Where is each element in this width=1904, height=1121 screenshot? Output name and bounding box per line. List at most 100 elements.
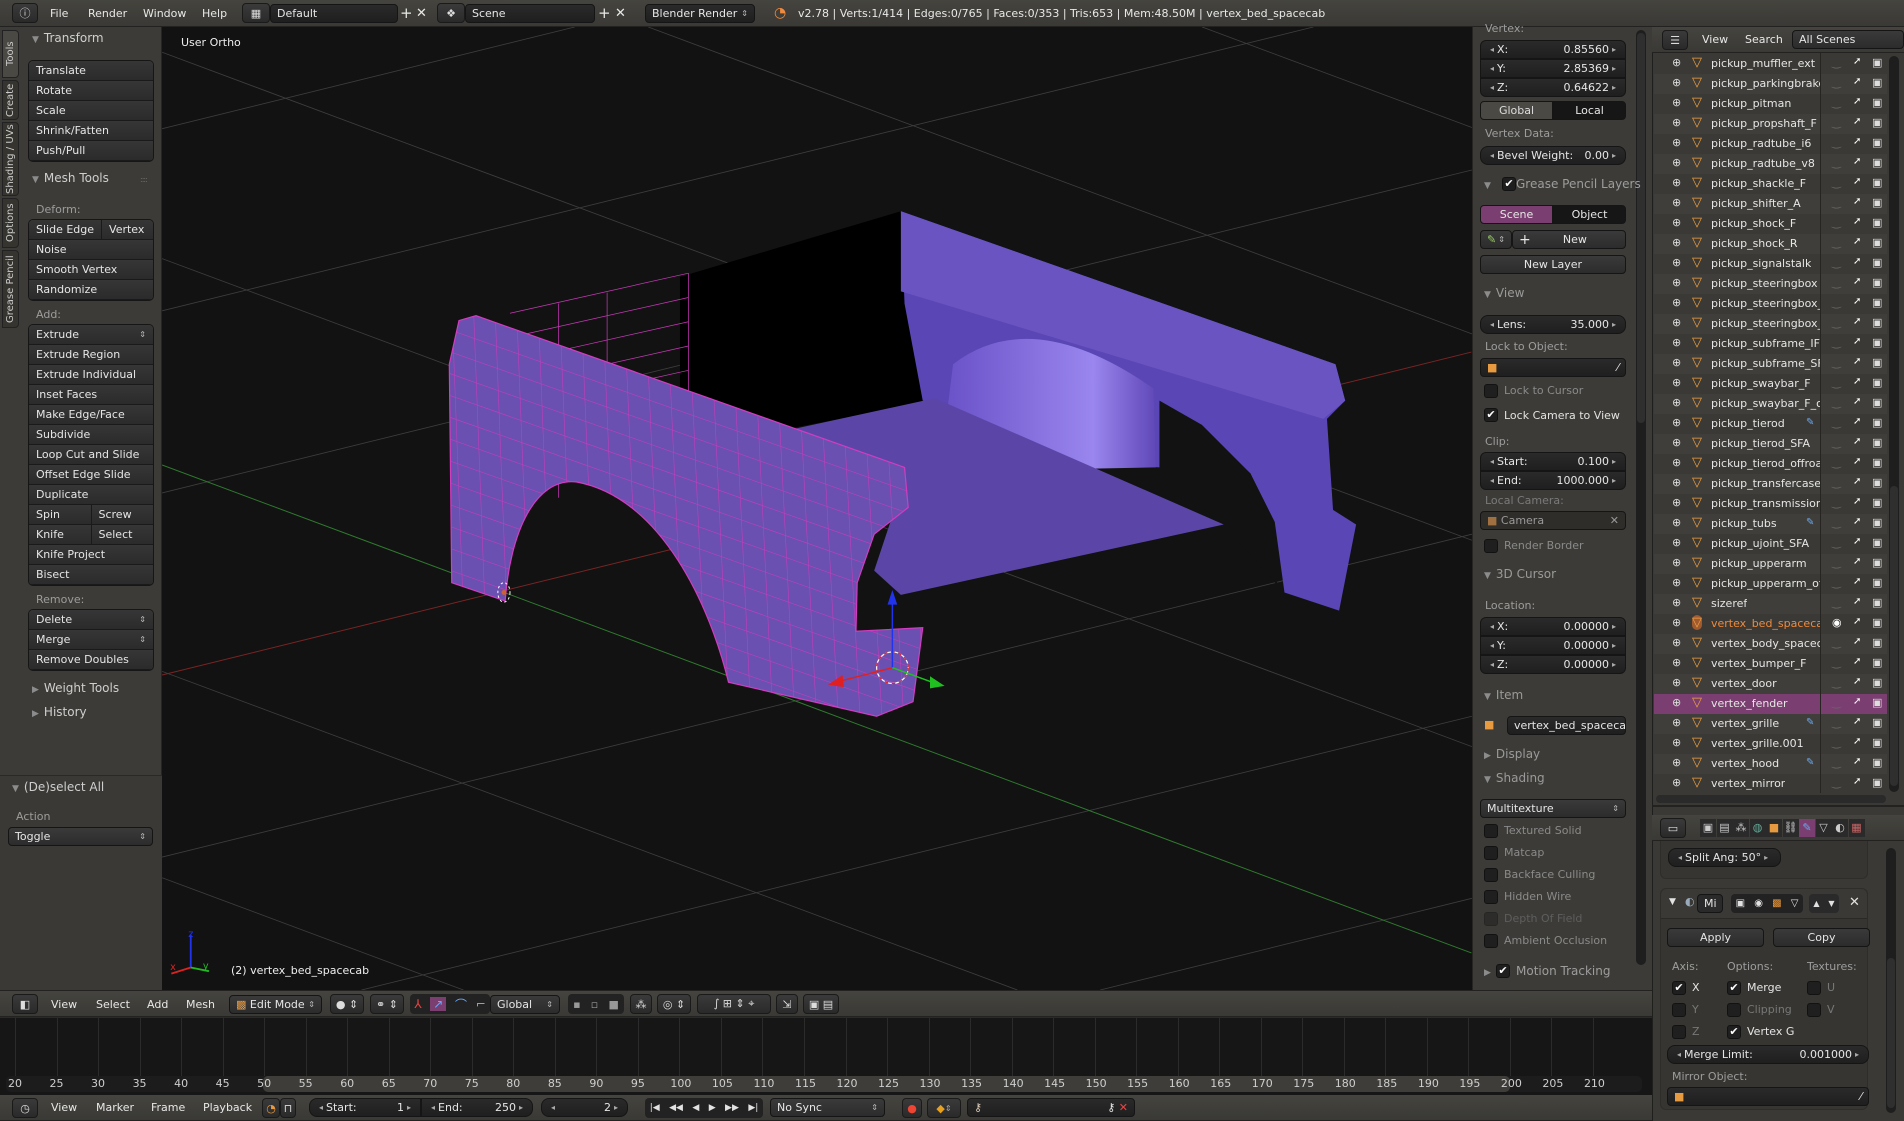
renderable-camera-icon[interactable]: ▣ [1872,456,1882,469]
noise-button[interactable]: Noise [29,240,153,260]
ambient-occlusion-checkbox[interactable] [1484,934,1498,948]
eye-closed-icon[interactable]: ‿ [1832,636,1841,649]
eye-closed-icon[interactable]: ‿ [1832,176,1841,189]
menu-file[interactable]: File [50,0,68,27]
add-scene-icon[interactable]: + [598,0,611,27]
mesh-tools-panel-header[interactable]: ▼ Mesh Tools [32,171,109,185]
pivot-point-dropdown[interactable]: ⚭ ⇕ [370,994,404,1014]
view-panel-header[interactable]: ▼ View [1484,286,1524,300]
outliner-item[interactable]: ⊕ ▽ pickup_propshaft_F ‿ ➚ ▣ [1654,114,1887,134]
apply-button[interactable]: Apply [1667,928,1764,947]
outliner-item-name[interactable]: vertex_bed_spacecab [1711,617,1821,630]
selectable-arrow-icon[interactable]: ➚ [1853,476,1861,487]
expand-icon[interactable]: ⊕ [1672,276,1681,289]
offset-edge-slide-button[interactable]: Offset Edge Slide [29,465,153,485]
shading-mode-dropdown[interactable]: Multitexture ⇕ [1480,799,1626,818]
outliner-item[interactable]: ⊕ ▽ vertex_grille ✎ ‿ ➚ ▣ [1654,714,1887,734]
renderable-camera-icon[interactable]: ▣ [1872,676,1882,689]
transform-panel-header[interactable]: ▼ Transform [32,31,104,45]
options-clipping-checkbox[interactable] [1727,1003,1741,1017]
transform-orientation-dropdown[interactable]: Global ⇕ [490,995,560,1014]
gp-scene-tab[interactable]: Scene [1480,205,1553,224]
outliner-item[interactable]: ⊕ ▽ pickup_steeringbox_SF ‿ ➚ ▣ [1654,294,1887,314]
outliner-item[interactable]: ⊕ ▽ pickup_shackle_F ‿ ➚ ▣ [1654,174,1887,194]
expand-icon[interactable]: ⊕ [1672,156,1681,169]
new-layer-button[interactable]: New Layer [1480,255,1626,274]
eye-closed-icon[interactable]: ‿ [1832,376,1841,389]
translate-manipulator-icon[interactable]: ↗ [430,997,447,1011]
renderable-camera-icon[interactable]: ▣ [1872,716,1882,729]
npanel-scrollbar[interactable] [1636,30,1646,965]
selectable-arrow-icon[interactable]: ➚ [1853,96,1861,107]
vertex-y-field[interactable]: ◂ Y: 2.85369 ▸ [1480,59,1626,78]
add-screen-icon[interactable]: + [400,0,413,27]
spin-button[interactable]: Spin [29,505,91,525]
tool-tab-grease-pencil[interactable]: Grease Pencil [2,250,19,328]
render-border-checkbox[interactable] [1484,539,1498,553]
outliner-item[interactable]: ⊕ ▽ pickup_upperarm ‿ ➚ ▣ [1654,554,1887,574]
move-down-icon[interactable]: ▼ [1828,899,1834,908]
cursor-x-field[interactable]: ◂ X: 0.00000 ▸ [1480,617,1626,636]
eye-closed-icon[interactable]: ‿ [1832,336,1841,349]
outliner-editor-icon[interactable]: ☰ [1662,30,1688,50]
outliner-item-name[interactable]: pickup_shifter_A [1711,197,1801,210]
eye-closed-icon[interactable]: ‿ [1832,276,1841,289]
outliner-item-name[interactable]: pickup_tierod_SFA [1711,437,1810,450]
outliner-item[interactable]: ⊕ ▽ pickup_signalstalk ‿ ➚ ▣ [1654,254,1887,274]
timeline-editor-icon[interactable]: ◷ [12,1098,38,1118]
item-panel-header[interactable]: ▼ Item [1484,688,1523,702]
loop-cut-and-slide-button[interactable]: Loop Cut and Slide [29,445,153,465]
expand-icon[interactable]: ⊕ [1672,376,1681,389]
3d-viewport[interactable]: z x y User Ortho (2) vertex_bed_spacecab [162,27,1472,990]
scene-icon[interactable]: ❖ [437,3,465,23]
merge-limit-field[interactable]: ◂ Merge Limit: 0.001000 ▸ [1667,1045,1869,1064]
outliner-item-name[interactable]: pickup_propshaft_F [1711,117,1817,130]
selectable-arrow-icon[interactable]: ➚ [1853,636,1861,647]
outliner-hscrollbar[interactable] [1656,795,1886,803]
eyedropper-icon[interactable]: ⁄ [1617,361,1619,374]
3d-menu-add[interactable]: Add [147,991,168,1018]
face-select-icon[interactable]: ■ [608,998,618,1011]
history-panel-header[interactable]: ▶ History [32,705,87,719]
outliner-item-name[interactable]: pickup_shackle_F [1711,177,1806,190]
expand-icon[interactable]: ⊕ [1672,536,1681,549]
renderable-camera-icon[interactable]: ▣ [1872,136,1882,149]
renderable-camera-icon[interactable]: ▣ [1872,736,1882,749]
outliner-item[interactable]: ⊕ ▽ pickup_tierod_SFA ‿ ➚ ▣ [1654,434,1887,454]
selectable-arrow-icon[interactable]: ➚ [1853,336,1861,347]
scale-button[interactable]: Scale [29,101,153,121]
outliner-item-name[interactable]: pickup_ujoint_SFA [1711,537,1809,550]
properties-scrollbar[interactable] [1886,848,1896,1113]
options-vertex-g-checkbox[interactable]: ✔ [1727,1025,1741,1039]
outliner-item[interactable]: ⊕ ▽ pickup_tubs ✎ ‿ ➚ ▣ [1654,514,1887,534]
eye-closed-icon[interactable]: ‿ [1832,776,1841,789]
outliner-item-name[interactable]: pickup_shock_R [1711,237,1798,250]
eye-closed-icon[interactable]: ‿ [1832,156,1841,169]
eye-closed-icon[interactable]: ‿ [1832,676,1841,689]
proportional-edit-dropdown[interactable]: ◎ ⇕ [657,994,691,1014]
expand-icon[interactable]: ⊕ [1672,756,1681,769]
expand-icon[interactable]: ⊕ [1672,696,1681,709]
space-local-toggle[interactable]: Local [1553,101,1626,120]
tool-tab-create[interactable]: Create [2,80,19,120]
outliner-item-name[interactable]: vertex_grille.001 [1711,737,1804,750]
outliner-item-name[interactable]: pickup_swaybar_F [1711,377,1811,390]
duplicate-button[interactable]: Duplicate [29,485,153,505]
selectable-arrow-icon[interactable]: ➚ [1853,556,1861,567]
renderable-camera-icon[interactable]: ▣ [1872,576,1882,589]
collapse-triangle-icon[interactable]: ▼ [1669,897,1676,907]
selectable-arrow-icon[interactable]: ➚ [1853,696,1861,707]
scene-field[interactable]: Scene [465,4,595,23]
renderable-camera-icon[interactable]: ▣ [1872,76,1882,89]
vertex-z-field[interactable]: ◂ Z: 0.64622 ▸ [1480,78,1626,97]
renderable-camera-icon[interactable]: ▣ [1872,596,1882,609]
eye-closed-icon[interactable]: ‿ [1832,696,1841,709]
modifiers-tab-icon[interactable]: ✎ [1799,819,1815,837]
expand-icon[interactable]: ⊕ [1672,336,1681,349]
renderable-camera-icon[interactable]: ▣ [1872,776,1882,789]
eye-closed-icon[interactable]: ‿ [1832,436,1841,449]
selectable-arrow-icon[interactable]: ➚ [1853,276,1861,287]
preview-range-icon[interactable]: ◔ [262,1098,280,1118]
world-tab-icon[interactable]: ◍ [1749,819,1766,837]
expand-icon[interactable]: ⊕ [1672,676,1681,689]
